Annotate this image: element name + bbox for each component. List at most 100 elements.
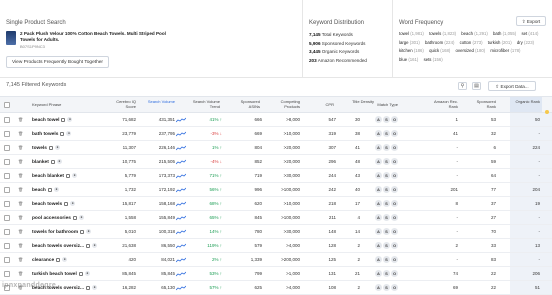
match-type-badge[interactable]: O (391, 130, 398, 137)
frequency-word[interactable]: turkish (201) (488, 40, 512, 45)
trash-icon[interactable]: 🗑 (18, 201, 23, 207)
frequency-word[interactable]: towels (1,823) (429, 31, 456, 36)
external-link-icon[interactable] (60, 131, 65, 136)
keyword-text[interactable]: beach towels oversiz... (32, 244, 84, 249)
info-icon[interactable]: ● (66, 131, 72, 136)
sparkline-icon[interactable] (175, 257, 187, 263)
keyword-text[interactable]: beach towels (32, 202, 62, 207)
sparkline-icon[interactable] (175, 131, 187, 137)
keyword-text[interactable]: towels (32, 146, 47, 151)
match-type-badge[interactable]: S (383, 256, 390, 263)
match-type-badge[interactable]: A (375, 214, 382, 221)
col-search-volume-trend[interactable]: Search Volume Trend (190, 99, 220, 109)
frequency-export-button[interactable]: ⇧ Export (516, 16, 546, 26)
external-link-icon[interactable] (50, 159, 55, 164)
col-competing-products[interactable]: Competing Products (270, 99, 300, 109)
info-icon[interactable]: ● (67, 117, 73, 122)
match-type-badge[interactable]: O (391, 144, 398, 151)
match-type-badge[interactable]: S (383, 284, 390, 291)
sparkline-icon[interactable] (175, 243, 187, 249)
match-type-badge[interactable]: S (383, 214, 390, 221)
frequency-word[interactable]: microfiber (178) (490, 48, 520, 53)
trash-icon[interactable]: 🗑 (18, 243, 23, 249)
match-type-badge[interactable]: O (391, 214, 398, 221)
row-checkbox[interactable] (4, 200, 10, 207)
match-type-badge[interactable]: A (375, 172, 382, 179)
trash-icon[interactable]: 🗑 (18, 257, 23, 263)
match-type-badge[interactable]: S (383, 172, 390, 179)
match-type-badge[interactable]: O (391, 242, 398, 249)
external-link-icon[interactable] (48, 145, 53, 150)
external-link-icon[interactable] (56, 257, 61, 262)
match-type-badge[interactable]: O (391, 270, 398, 277)
trash-icon[interactable]: 🗑 (18, 145, 23, 151)
match-type-badge[interactable]: A (375, 200, 382, 207)
frequency-word[interactable]: sets (156) (424, 57, 443, 62)
info-icon[interactable]: ● (62, 257, 68, 262)
row-checkbox[interactable] (4, 256, 10, 263)
sparkline-icon[interactable] (175, 215, 187, 221)
match-type-badge[interactable]: S (383, 270, 390, 277)
frequency-word[interactable]: kitchen (186) (399, 48, 424, 53)
match-type-badge[interactable]: A (375, 158, 382, 165)
match-type-badge[interactable]: O (391, 284, 398, 291)
match-type-badge[interactable]: O (391, 228, 398, 235)
col-cpr[interactable]: CPR (320, 102, 334, 107)
col-cerebro-iq[interactable]: Cerebro IQ Score (108, 99, 136, 109)
info-icon[interactable]: ● (86, 229, 92, 234)
select-all-checkbox[interactable] (4, 102, 10, 108)
match-type-badge[interactable]: O (391, 116, 398, 123)
match-type-badge[interactable]: S (383, 158, 390, 165)
info-icon[interactable]: ● (92, 243, 97, 248)
col-amazon-rec-rank[interactable]: Amazon Rec. Rank (430, 99, 458, 109)
match-type-badge[interactable]: S (383, 200, 390, 207)
col-match-type[interactable]: Match Type (368, 102, 398, 107)
external-link-icon[interactable] (61, 117, 66, 122)
match-type-badge[interactable]: S (383, 228, 390, 235)
match-type-badge[interactable]: A (375, 116, 382, 123)
frequency-word[interactable]: large (301) (399, 40, 420, 45)
info-icon[interactable]: ● (78, 215, 84, 220)
keyword-text[interactable]: pool accessories (32, 216, 71, 221)
keyword-text[interactable]: blanket (32, 160, 49, 165)
trash-icon[interactable]: 🗑 (18, 229, 23, 235)
external-link-icon[interactable] (72, 215, 77, 220)
frequency-word[interactable]: dry (223) (517, 40, 534, 45)
external-link-icon[interactable] (86, 243, 90, 248)
info-icon[interactable]: ● (92, 285, 97, 290)
match-type-badge[interactable]: O (391, 186, 398, 193)
sparkline-icon[interactable] (175, 271, 187, 277)
keyword-text[interactable]: beach (32, 188, 46, 193)
match-type-badge[interactable]: A (375, 186, 382, 193)
external-link-icon[interactable] (78, 271, 83, 276)
row-checkbox[interactable] (4, 144, 10, 151)
row-checkbox[interactable] (4, 172, 10, 179)
keyword-text[interactable]: bath towels (32, 132, 58, 137)
keyword-text[interactable]: towels for bathroom (32, 230, 78, 235)
frequency-word[interactable]: beach (1,291) (461, 31, 488, 36)
row-checkbox[interactable] (4, 116, 10, 123)
col-organic-rank[interactable]: Organic Rank (510, 97, 542, 112)
external-link-icon[interactable] (86, 285, 90, 290)
keyword-text[interactable]: beach towel (32, 118, 59, 123)
info-icon[interactable]: ● (56, 159, 62, 164)
sparkline-icon[interactable] (175, 285, 187, 291)
frequency-word[interactable]: bath (1,055) (493, 31, 516, 36)
trash-icon[interactable]: 🗑 (18, 215, 23, 221)
match-type-badge[interactable]: A (375, 284, 382, 291)
match-type-badge[interactable]: A (375, 130, 382, 137)
external-link-icon[interactable] (64, 201, 69, 206)
col-keyword[interactable]: Keyword Phrase (32, 102, 82, 107)
row-checkbox[interactable] (4, 130, 10, 137)
row-checkbox[interactable] (4, 186, 10, 193)
row-checkbox[interactable] (4, 158, 10, 165)
match-type-badge[interactable]: A (375, 144, 382, 151)
trash-icon[interactable]: 🗑 (18, 173, 23, 179)
frequently-bought-button[interactable]: View Products Frequently Bought Together (6, 56, 110, 68)
sparkline-icon[interactable] (175, 187, 187, 193)
frequency-word[interactable]: set (414) (521, 31, 538, 36)
col-search-volume[interactable]: Search Volume (147, 99, 175, 104)
frequency-word[interactable]: quick (168) (429, 48, 450, 53)
match-type-badge[interactable]: A (375, 256, 382, 263)
match-type-badge[interactable]: A (375, 242, 382, 249)
